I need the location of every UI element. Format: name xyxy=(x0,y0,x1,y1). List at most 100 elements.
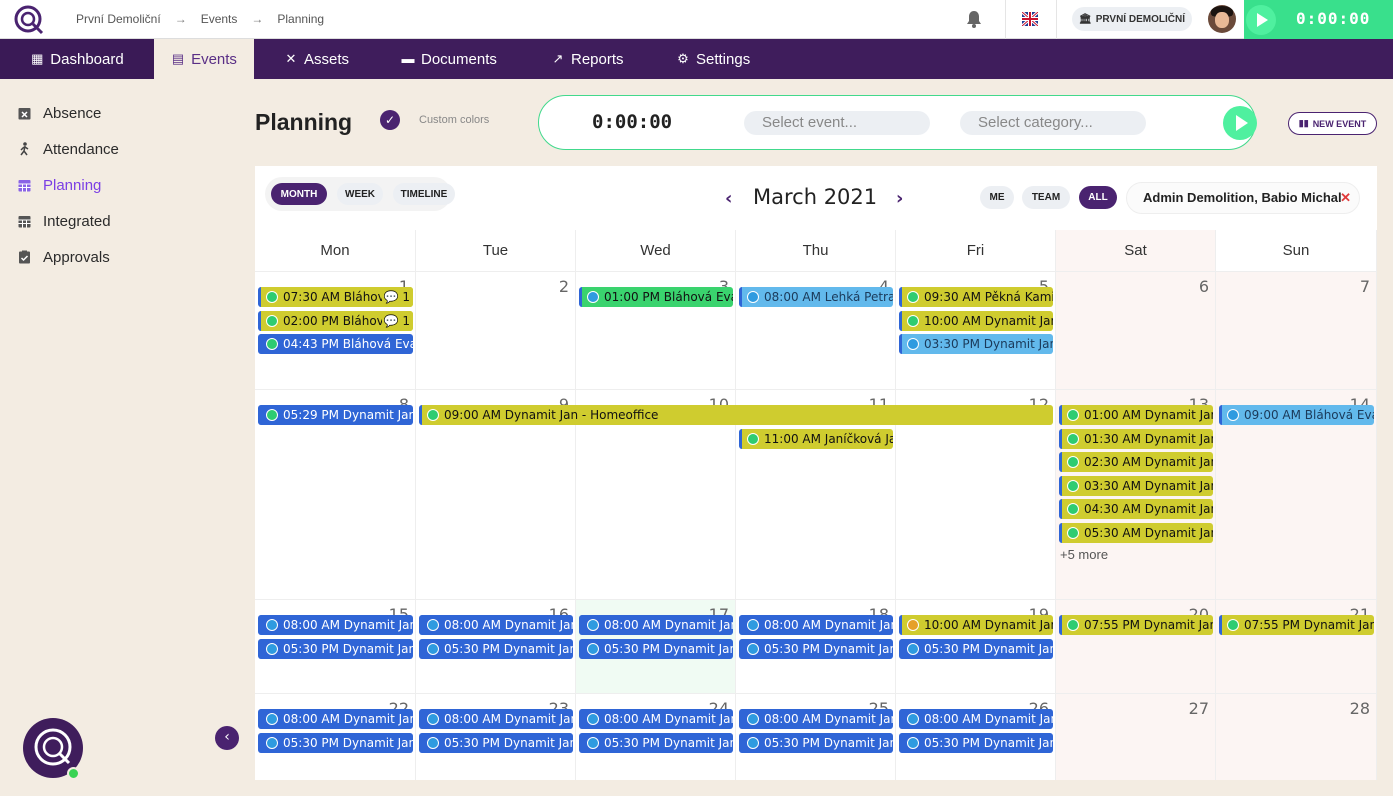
calendar-event[interactable]: 05:30 PM Dynamit Jan xyxy=(899,638,1053,659)
select-category-input[interactable]: Select category... xyxy=(960,111,1146,135)
breadcrumb-events[interactable]: Events xyxy=(201,12,238,26)
calendar-event[interactable]: 01:00 AM Dynamit Jan xyxy=(1059,405,1213,425)
next-month-icon[interactable]: › xyxy=(896,188,903,209)
calendar-event[interactable]: 03:30 AM Dynamit Jan xyxy=(1059,475,1213,496)
play-icon[interactable] xyxy=(1246,5,1276,35)
nav-events[interactable]: ▤ Events xyxy=(154,39,254,79)
calendar-event[interactable]: 05:30 PM Dynamit Jan xyxy=(579,732,733,753)
sidebar-item-absence[interactable]: Absence xyxy=(18,102,101,124)
calendar-event[interactable]: 05:30 PM Dynamit Jan xyxy=(899,732,1053,753)
clear-icon[interactable]: ✕ xyxy=(1340,183,1351,213)
calendar-event[interactable]: 05:30 PM Dynamit Jan xyxy=(258,732,413,753)
sidebar-item-attendance[interactable]: Attendance xyxy=(18,138,119,160)
calendar-event[interactable]: 05:30 PM Dynamit Jan xyxy=(739,732,893,753)
calendar-event[interactable]: 11:00 AM Janíčková Jana xyxy=(739,428,893,449)
filter-team-button[interactable]: TEAM xyxy=(1022,186,1070,209)
calendar: MONTH WEEK TIMELINE ‹ March 2021 › ME TE… xyxy=(255,166,1377,780)
calendar-event[interactable]: 09:00 AM Dynamit Jan - Homeoffice xyxy=(419,405,1053,425)
bell-icon[interactable] xyxy=(964,9,984,29)
day-cell[interactable]: 6 xyxy=(1056,272,1216,390)
calendar-event[interactable]: 09:30 AM Pěkná Kamila xyxy=(899,287,1053,307)
calendar-event[interactable]: 08:00 AM Dynamit Jan xyxy=(419,709,573,729)
nav-dashboard[interactable]: ▦ Dashboard xyxy=(0,39,154,79)
event-status-dot xyxy=(747,642,759,655)
app-logo-icon[interactable] xyxy=(14,5,44,35)
weekday-header: Thu xyxy=(736,230,896,272)
nav-reports[interactable]: ↗ Reports xyxy=(551,39,624,79)
comment-count: 💬 1 xyxy=(381,287,413,307)
calendar-event[interactable]: 01:00 PM Bláhová Eva xyxy=(579,287,733,307)
collapse-sidebar-button[interactable]: ‹ xyxy=(215,726,239,750)
event-label: 08:00 AM Dynamit Jan xyxy=(604,618,733,632)
calendar-event[interactable]: 05:30 PM Dynamit Jan xyxy=(419,732,573,753)
calendar-event[interactable]: 10:00 AM Dynamit Jan xyxy=(899,615,1053,635)
calendar-event[interactable]: 05:30 AM Dynamit Jan xyxy=(1059,523,1213,543)
calendar-event[interactable]: 05:30 PM Dynamit Jan xyxy=(258,638,413,659)
calendar-event[interactable]: 08:00 AM Dynamit Jan xyxy=(579,615,733,635)
calendar-event[interactable]: 08:00 AM Dynamit Jan xyxy=(739,709,893,729)
calendar-event[interactable]: 03:30 PM Dynamit Jan xyxy=(899,334,1053,355)
calendar-event[interactable]: 02:00 PM Bláhová Eva 💬 1 xyxy=(258,310,413,331)
calendar-event[interactable]: 08:00 AM Dynamit Jan xyxy=(258,709,413,729)
prev-month-icon[interactable]: ‹ xyxy=(725,188,732,209)
event-status-dot xyxy=(427,713,439,725)
calendar-event[interactable]: 05:30 PM Dynamit Jan xyxy=(419,638,573,659)
calendar-event[interactable]: 05:29 PM Dynamit Jan xyxy=(258,405,413,425)
day-cell[interactable]: 28 xyxy=(1216,694,1377,780)
calendar-event[interactable]: 04:30 AM Dynamit Jan xyxy=(1059,499,1213,520)
sidebar-item-integrated[interactable]: Integrated xyxy=(18,210,111,232)
sidebar-item-planning[interactable]: Planning xyxy=(18,174,101,196)
day-cell[interactable]: 7 xyxy=(1216,272,1377,390)
calendar-event[interactable]: 08:00 AM Dynamit Jan xyxy=(579,709,733,729)
filter-me-button[interactable]: ME xyxy=(980,186,1014,209)
calendar-event[interactable]: 07:30 AM Bláhová Eva 💬 1 xyxy=(258,287,413,307)
event-label: 10:00 AM Dynamit Jan xyxy=(924,313,1053,328)
walk-icon xyxy=(20,142,29,156)
calendar-event[interactable]: 08:00 AM Lehká Petra xyxy=(739,287,893,307)
custom-colors-checkbox[interactable]: ✓ xyxy=(380,110,400,130)
avatar[interactable] xyxy=(1208,5,1236,33)
new-event-button[interactable]: ▮▮ NEW EVENT xyxy=(1288,112,1377,135)
calendar-event[interactable]: 05:30 PM Dynamit Jan xyxy=(579,638,733,659)
day-cell[interactable]: 2 xyxy=(416,272,576,390)
sidebar-item-label: Absence xyxy=(43,104,102,122)
breadcrumb: První Demoliční → Events → Planning xyxy=(76,12,324,26)
day-cell[interactable]: 27 xyxy=(1056,694,1216,780)
view-timeline-button[interactable]: TIMELINE xyxy=(393,183,455,205)
day-number: 2 xyxy=(558,277,569,296)
calendar-event[interactable]: 01:30 AM Dynamit Jan xyxy=(1059,428,1213,449)
calendar-event[interactable]: 09:00 AM Bláhová Eva xyxy=(1219,405,1374,425)
calendar-event[interactable]: 02:30 AM Dynamit Jan xyxy=(1059,452,1213,473)
calendar-event[interactable]: 08:00 AM Dynamit Jan xyxy=(258,615,413,635)
help-chat-button[interactable] xyxy=(23,718,83,780)
view-month-button[interactable]: MONTH xyxy=(271,183,327,205)
event-label: 05:30 PM Dynamit Jan xyxy=(444,641,573,656)
nav-settings[interactable]: ⚙ Settings xyxy=(676,39,750,79)
view-week-button[interactable]: WEEK xyxy=(337,183,383,205)
calendar-event[interactable]: 04:43 PM Bláhová Eva xyxy=(258,334,413,355)
calendar-event[interactable]: 08:00 AM Dynamit Jan xyxy=(899,709,1053,729)
event-label: 05:30 PM Dynamit Jan xyxy=(924,735,1053,750)
nav-assets[interactable]: ✕ Assets xyxy=(284,39,349,79)
more-events-link[interactable]: +5 more xyxy=(1060,547,1108,562)
nav-documents[interactable]: ▬ Documents xyxy=(401,39,497,79)
calendar-event[interactable]: 10:00 AM Dynamit Jan xyxy=(899,310,1053,331)
breadcrumb-org[interactable]: První Demoliční xyxy=(76,12,161,26)
start-timer-button[interactable] xyxy=(1223,106,1257,140)
people-filter[interactable]: Admin Demolition, Babio Michal ✕ xyxy=(1126,182,1360,214)
uk-flag-icon[interactable] xyxy=(1022,12,1038,26)
event-status-dot xyxy=(907,291,919,303)
sidebar-item-approvals[interactable]: Approvals xyxy=(18,246,110,268)
calendar-event[interactable]: 07:55 PM Dynamit Jan xyxy=(1059,615,1213,635)
timer-value: 0:00:00 xyxy=(1296,9,1371,28)
calendar-event[interactable]: 07:55 PM Dynamit Jan xyxy=(1219,615,1374,635)
event-label: 05:30 PM Dynamit Jan xyxy=(444,735,573,750)
event-status-dot xyxy=(1067,527,1079,539)
calendar-event[interactable]: 08:00 AM Dynamit Jan xyxy=(739,615,893,635)
event-status-dot xyxy=(266,619,278,631)
filter-all-button[interactable]: ALL xyxy=(1079,186,1117,209)
select-event-input[interactable]: Select event... xyxy=(744,111,930,135)
calendar-event[interactable]: 08:00 AM Dynamit Jan xyxy=(419,615,573,635)
calendar-event[interactable]: 05:30 PM Dynamit Jan xyxy=(739,638,893,659)
organization-button[interactable]: 🏛 PRVNÍ DEMOLIČNÍ xyxy=(1072,7,1192,31)
